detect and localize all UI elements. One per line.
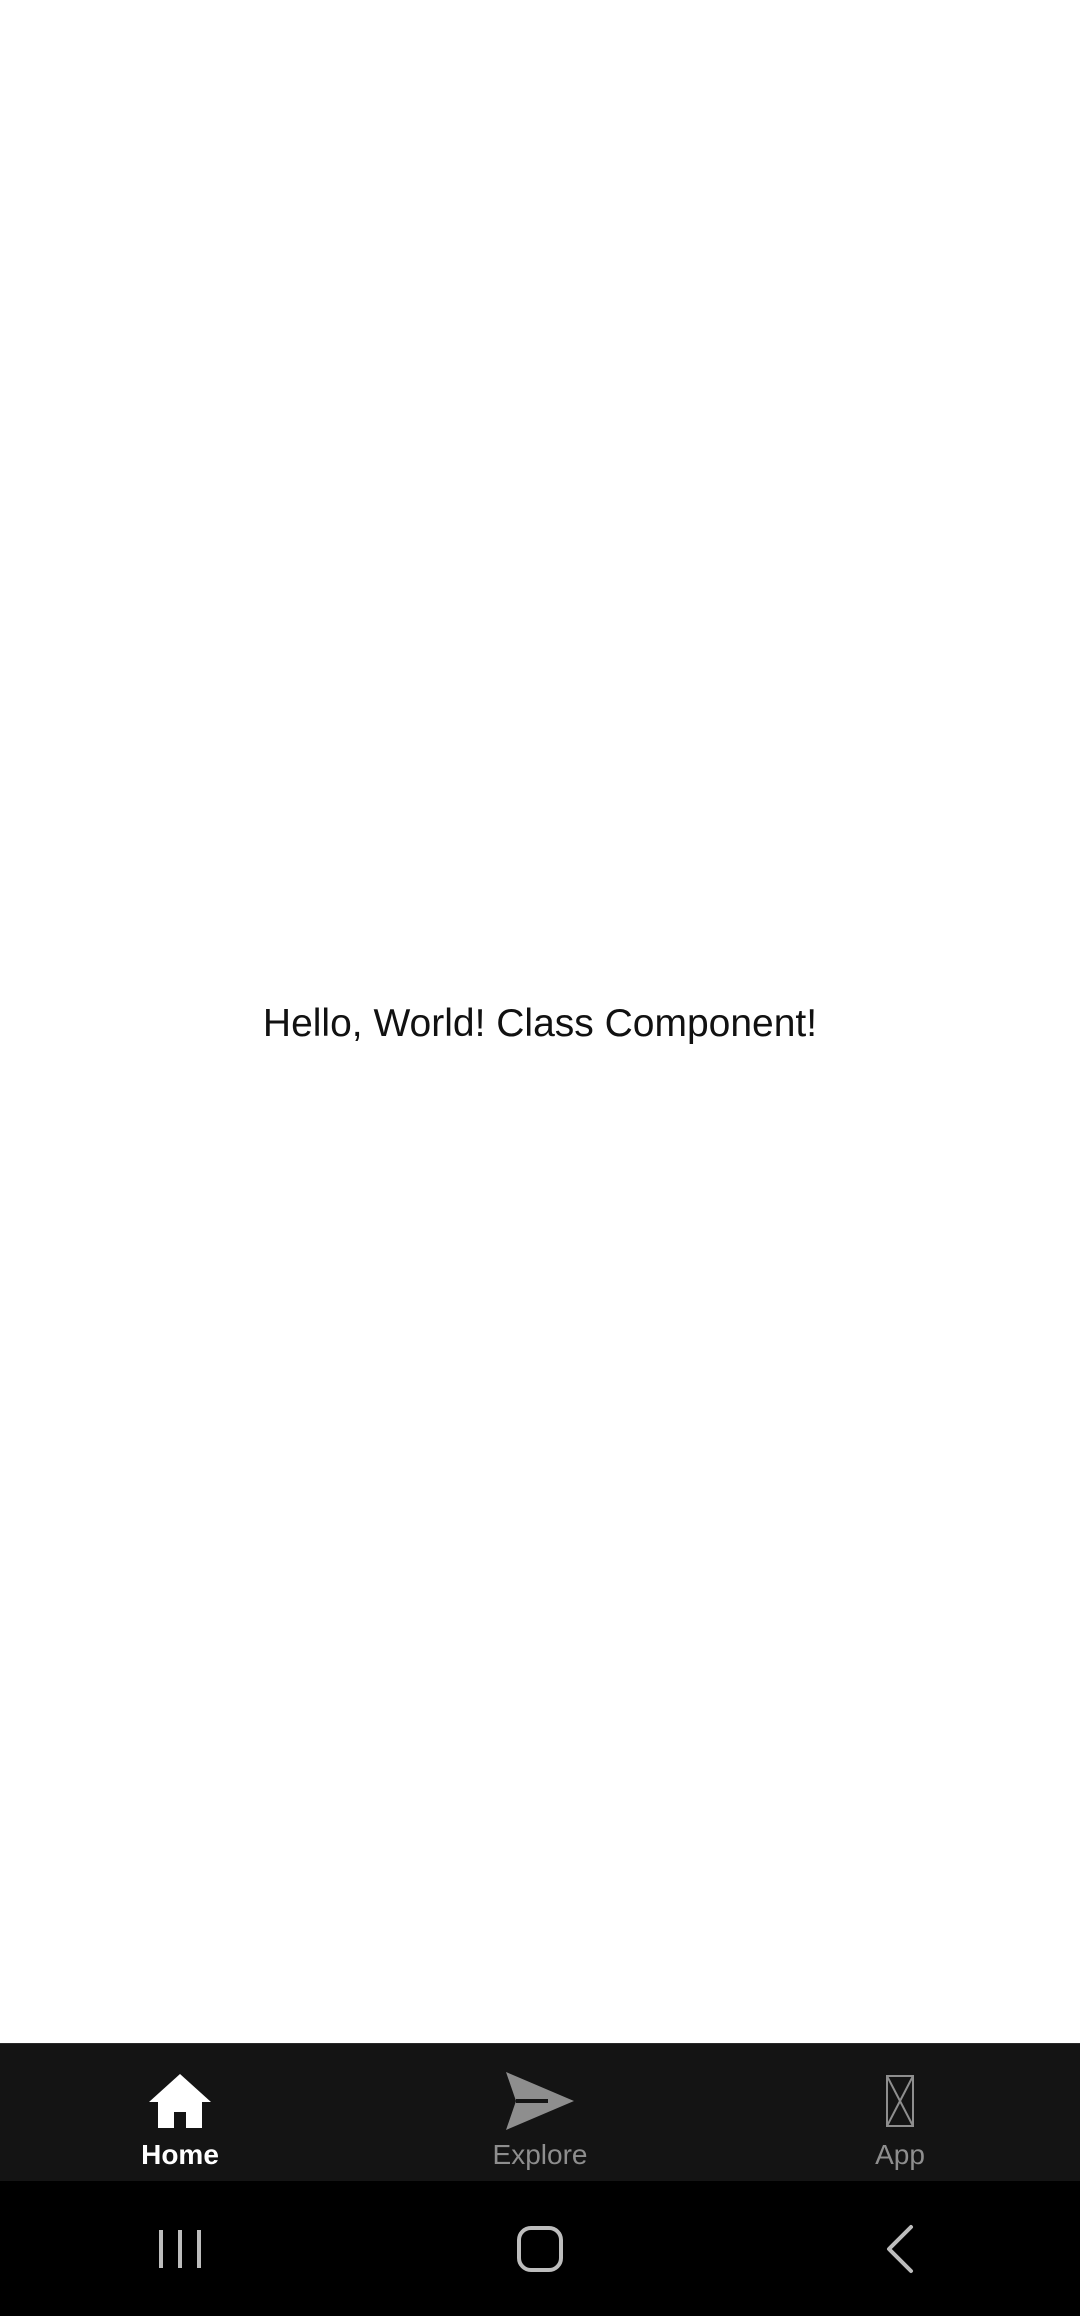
back-icon[interactable]	[800, 2199, 1000, 2299]
hello-message: Hello, World! Class Component!	[262, 1002, 818, 1045]
app-screen: Hello, World! Class Component! Home Expl…	[0, 0, 1080, 2316]
system-navigation-bar	[0, 2181, 1080, 2316]
tab-explore-label: Explore	[492, 2139, 588, 2170]
tab-home-label: Home	[141, 2139, 219, 2170]
bottom-tab-bar: Home Explore App	[0, 2043, 1080, 2181]
home-icon	[140, 2066, 220, 2136]
tab-app[interactable]: App	[720, 2044, 1080, 2181]
recents-icon[interactable]	[80, 2199, 280, 2299]
tab-explore[interactable]: Explore	[360, 2044, 720, 2181]
tab-app-label: App	[875, 2139, 925, 2170]
missing-glyph-icon	[860, 2066, 940, 2136]
home-button-icon[interactable]	[440, 2199, 640, 2299]
main-content: Hello, World! Class Component!	[0, 0, 1080, 2043]
tab-home[interactable]: Home	[0, 2044, 360, 2181]
send-icon	[500, 2066, 580, 2136]
